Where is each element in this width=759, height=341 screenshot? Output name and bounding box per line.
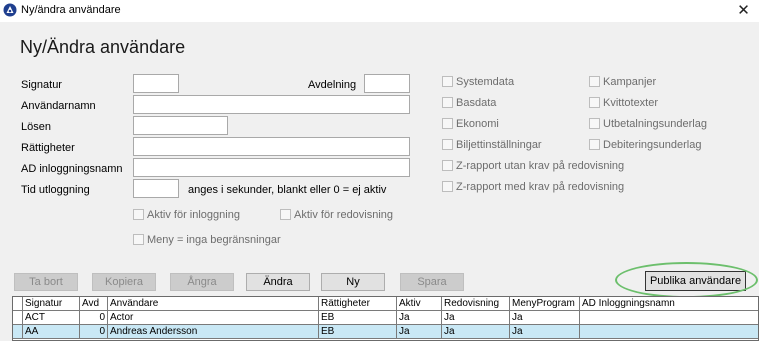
- table-cell: Ja: [442, 311, 510, 325]
- users-table[interactable]: Signatur Avd Användare Rättigheter Aktiv…: [12, 296, 759, 341]
- perm-z-rapport-utan-krav-checkbox[interactable]: Z-rapport utan krav på redovisning: [442, 160, 624, 172]
- column-header[interactable]: Signatur: [23, 297, 80, 311]
- column-header[interactable]: AD Inloggningsnamn: [580, 297, 758, 311]
- checkbox-icon: [442, 139, 453, 150]
- signatur-label: Signatur: [21, 79, 62, 91]
- aktiv-inloggning-checkbox[interactable]: Aktiv för inloggning: [133, 209, 240, 221]
- row-selector[interactable]: [13, 325, 23, 339]
- perm-debiteringsunderlag-checkbox[interactable]: Debiteringsunderlag: [589, 139, 701, 151]
- ta-bort-button[interactable]: Ta bort: [14, 273, 78, 291]
- table-cell: 0: [80, 325, 108, 339]
- table-cell: EB: [319, 325, 397, 339]
- column-header[interactable]: Användare: [108, 297, 319, 311]
- angra-button[interactable]: Ångra: [170, 273, 234, 291]
- checkbox-icon: [589, 118, 600, 129]
- checkbox-icon: [589, 76, 600, 87]
- column-header[interactable]: Rättigheter: [319, 297, 397, 311]
- table-cell: [580, 325, 758, 339]
- perm-biljettinstallningar-checkbox[interactable]: Biljettinställningar: [442, 139, 542, 151]
- close-icon[interactable]: ✕: [728, 0, 759, 22]
- meny-inga-checkbox[interactable]: Meny = inga begränsningar: [133, 234, 281, 246]
- tid-utloggning-input[interactable]: [133, 179, 179, 198]
- table-cell: Actor: [108, 311, 319, 325]
- checkbox-icon: [442, 118, 453, 129]
- app-logo-icon: [3, 3, 17, 17]
- column-header[interactable]: Aktiv: [397, 297, 442, 311]
- column-header[interactable]: MenyProgram: [510, 297, 580, 311]
- perm-utbetalningsunderlag-checkbox[interactable]: Utbetalningsunderlag: [589, 118, 707, 130]
- checkbox-icon: [280, 209, 291, 220]
- table-cell: Ja: [397, 325, 442, 339]
- rattigheter-input[interactable]: [133, 137, 410, 156]
- table-cell: Ja: [510, 325, 580, 339]
- checkbox-icon: [442, 97, 453, 108]
- title-bar: Ny/ändra användare ✕: [0, 0, 759, 22]
- anvandarnamn-input[interactable]: [133, 95, 410, 114]
- losen-label: Lösen: [21, 121, 51, 133]
- perm-ekonomi-checkbox[interactable]: Ekonomi: [442, 118, 499, 130]
- checkbox-icon: [133, 209, 144, 220]
- column-header[interactable]: Avd: [80, 297, 108, 311]
- perm-kampanjer-checkbox[interactable]: Kampanjer: [589, 76, 656, 88]
- perm-kvittotexter-checkbox[interactable]: Kvittotexter: [589, 97, 658, 109]
- table-header-row: Signatur Avd Användare Rättigheter Aktiv…: [13, 297, 758, 311]
- highlight-annotation: [615, 262, 758, 298]
- table-cell: AA: [23, 325, 80, 339]
- andra-button[interactable]: Ändra: [246, 273, 310, 291]
- anvandarnamn-label: Användarnamn: [21, 100, 96, 112]
- table-cell: [580, 311, 758, 325]
- perm-systemdata-checkbox[interactable]: Systemdata: [442, 76, 514, 88]
- table-cell: ACT: [23, 311, 80, 325]
- table-row[interactable]: ACT 0 Actor EB Ja Ja Ja: [13, 311, 758, 325]
- row-selector[interactable]: [13, 311, 23, 325]
- table-row[interactable]: AA 0 Andreas Andersson EB Ja Ja Ja: [13, 325, 758, 339]
- checkbox-icon: [133, 234, 144, 245]
- signatur-input[interactable]: [133, 74, 179, 93]
- ny-button[interactable]: Ny: [321, 273, 385, 291]
- checkbox-icon: [442, 181, 453, 192]
- avdelning-label: Avdelning: [308, 79, 357, 91]
- page-title: Ny/Ändra användare: [20, 37, 186, 57]
- spara-button[interactable]: Spara: [400, 273, 464, 291]
- ad-inloggningsnamn-input[interactable]: [133, 158, 410, 177]
- column-header[interactable]: Redovisning: [442, 297, 510, 311]
- checkbox-icon: [589, 139, 600, 150]
- checkbox-icon: [589, 97, 600, 108]
- row-selector-header: [13, 297, 23, 311]
- checkbox-icon: [442, 160, 453, 171]
- table-cell: Ja: [510, 311, 580, 325]
- losen-input[interactable]: [133, 116, 228, 135]
- tid-utloggning-label: Tid utloggning: [21, 184, 90, 196]
- ad-inloggningsnamn-label: AD inloggningsnamn: [21, 163, 123, 175]
- checkbox-icon: [442, 76, 453, 87]
- perm-z-rapport-med-krav-checkbox[interactable]: Z-rapport med krav på redovisning: [442, 181, 624, 193]
- kopiera-button[interactable]: Kopiera: [92, 273, 156, 291]
- table-cell: Andreas Andersson: [108, 325, 319, 339]
- perm-basdata-checkbox[interactable]: Basdata: [442, 97, 496, 109]
- table-cell: Ja: [397, 311, 442, 325]
- table-cell: EB: [319, 311, 397, 325]
- table-cell: 0: [80, 311, 108, 325]
- window-title: Ny/ändra användare: [21, 4, 121, 16]
- rattigheter-label: Rättigheter: [21, 142, 75, 154]
- aktiv-redovisning-checkbox[interactable]: Aktiv för redovisning: [280, 209, 393, 221]
- table-cell: Ja: [442, 325, 510, 339]
- avdelning-input[interactable]: [364, 74, 410, 93]
- tid-utloggning-hint: anges i sekunder, blankt eller 0 = ej ak…: [188, 184, 387, 196]
